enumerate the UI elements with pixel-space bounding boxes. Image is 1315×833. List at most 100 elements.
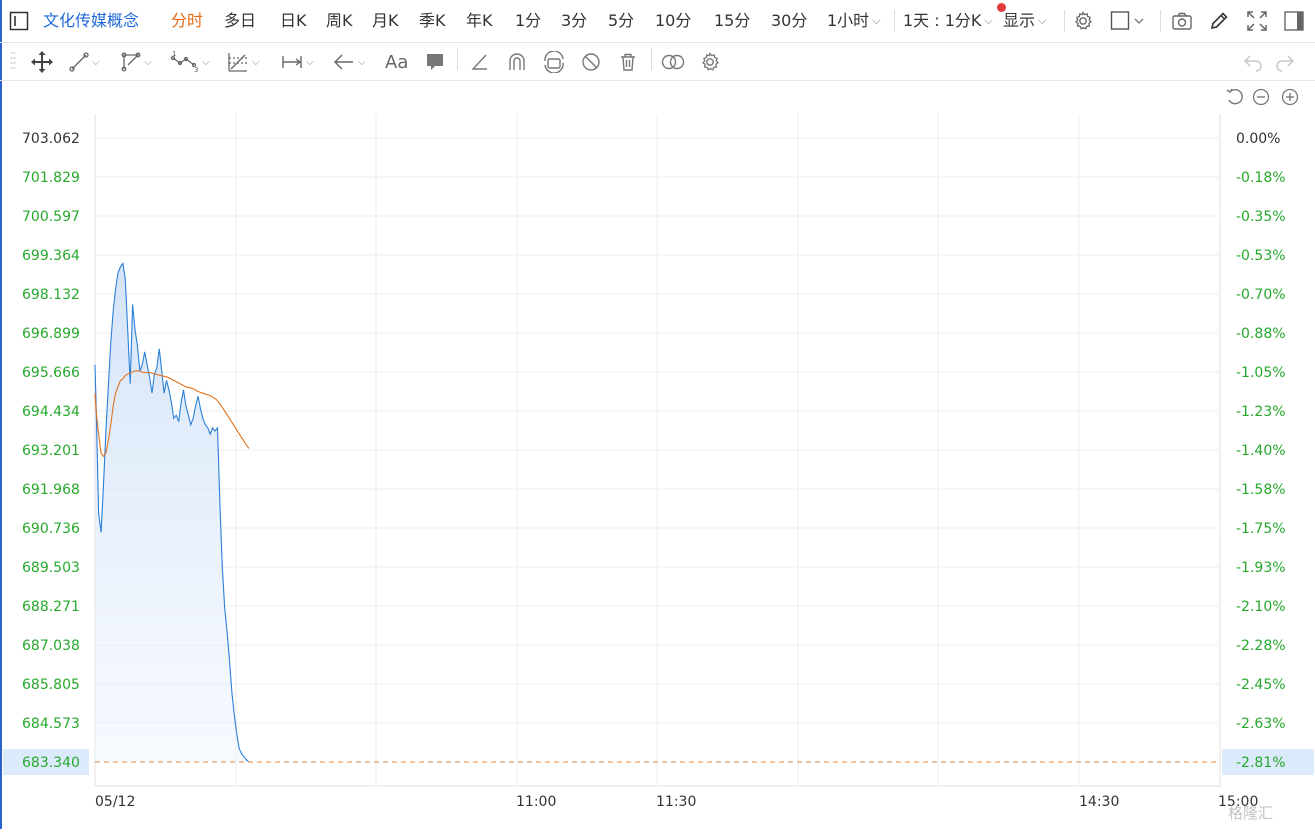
compare-icon[interactable] (660, 50, 686, 74)
svg-text:3: 3 (194, 66, 198, 74)
zoom-out-icon[interactable] (1252, 88, 1270, 106)
tab-10min[interactable]: 10分 (655, 8, 691, 34)
arrow-tool[interactable]: ⌵ (332, 50, 366, 74)
y-pct-label: 0.00% (1236, 131, 1280, 147)
tab-30min[interactable]: 30分 (771, 8, 807, 34)
y-tick-label: 698.132 (22, 287, 80, 303)
x-tick-label: 11:00 (516, 794, 556, 810)
y-tick-label: 700.597 (22, 209, 80, 225)
magnet-icon[interactable] (506, 50, 528, 74)
tab-3min[interactable]: 3分 (561, 8, 587, 34)
y-tick-label: 687.038 (22, 638, 80, 654)
chevron-down-icon: ⌵ (1038, 14, 1047, 27)
tab-monthly[interactable]: 月K (372, 8, 399, 34)
chevron-down-icon: ⌵ (202, 56, 210, 68)
y-pct-label: -0.18% (1236, 170, 1286, 186)
side-panel-icon[interactable] (1283, 10, 1305, 32)
tab-1min[interactable]: 1分 (515, 8, 541, 34)
y-pct-label: -2.10% (1236, 599, 1286, 615)
zoom-in-icon[interactable] (1281, 88, 1299, 106)
comment-icon[interactable] (424, 50, 446, 74)
tab-5min[interactable]: 5分 (608, 8, 634, 34)
chevron-down-icon: ⌵ (92, 56, 100, 68)
display-dropdown[interactable]: 显示 ⌵ (1003, 8, 1046, 34)
hide-icon[interactable] (580, 50, 602, 74)
chevron-down-icon: ⌵ (252, 56, 260, 68)
y-tick-label: 688.271 (22, 599, 80, 615)
y-pct-label: -1.40% (1236, 443, 1286, 459)
y-pct-label: -1.05% (1236, 365, 1286, 381)
tab-intraday[interactable]: 分时 (171, 8, 203, 34)
x-tick-label: 11:30 (656, 794, 696, 810)
y-pct-label: -0.35% (1236, 209, 1286, 225)
divider (457, 48, 458, 70)
panel-toggle-icon[interactable] (8, 10, 30, 32)
line-tool[interactable]: ⌵ (68, 50, 100, 74)
pencil-icon[interactable] (1208, 10, 1230, 32)
x-tick-label: 14:30 (1079, 794, 1119, 810)
settings-icon[interactable] (1072, 10, 1094, 32)
hour-label: 1小时 (827, 11, 870, 30)
reset-zoom-icon[interactable] (1226, 88, 1243, 105)
y-pct-label: -0.70% (1236, 287, 1286, 303)
chevron-down-icon: ⌵ (306, 56, 314, 68)
y-pct-label: -2.81% (1236, 755, 1286, 771)
text-tool[interactable]: Aa (385, 50, 408, 74)
y-pct-label: -0.88% (1236, 326, 1286, 342)
camera-icon[interactable] (1171, 10, 1193, 32)
period-label: 1天 : 1分K (903, 11, 982, 30)
y-pct-label: -1.75% (1236, 521, 1286, 537)
svg-text:1: 1 (172, 50, 176, 58)
top-toolbar: 文化传媒概念 分时 多日 日K 周K 月K 季K 年K 1分 3分 5分 10分… (0, 0, 1315, 43)
hour-dropdown[interactable]: 1小时 ⌵ (827, 8, 881, 34)
x-tick-label: 05/12 (95, 794, 135, 810)
chart-settings-icon[interactable] (699, 50, 721, 74)
y-tick-label: 696.899 (22, 326, 80, 342)
divider (1160, 10, 1161, 32)
price-chart[interactable]: 703.062 0.00% 701.829 -0.18% 700.597 -0.35% 69… (0, 82, 1315, 829)
y-tick-label: 701.829 (22, 170, 80, 186)
grip-handle[interactable] (10, 50, 16, 74)
watermark-logo: 格隆汇 (1228, 804, 1273, 822)
move-icon[interactable] (30, 50, 54, 74)
y-tick-label: 685.805 (22, 677, 80, 693)
y-tick-label: 684.573 (22, 716, 80, 732)
y-pct-label: -1.58% (1236, 482, 1286, 498)
chart-canvas[interactable]: 703.062 0.00% 701.829 -0.18% 700.597 -0.35% 69… (0, 82, 1315, 829)
trash-icon[interactable] (617, 50, 639, 74)
tab-daily[interactable]: 日K (280, 8, 307, 34)
y-pct-label: -1.23% (1236, 404, 1286, 420)
divider (651, 48, 652, 70)
angle-icon[interactable] (469, 50, 491, 74)
y-pct-label: -2.63% (1236, 716, 1286, 732)
price-area-fill (95, 263, 249, 762)
wave-tool[interactable]: 1 3 ⌵ (170, 50, 210, 74)
chevron-down-icon: ⌵ (358, 56, 366, 68)
y-tick-label: 694.434 (22, 404, 80, 420)
measure-tool[interactable]: ⌵ (280, 50, 314, 74)
symbol-title[interactable]: 文化传媒概念 (43, 8, 139, 34)
y-tick-label: 699.364 (22, 248, 80, 264)
lock-icon[interactable] (542, 50, 566, 74)
undo-icon[interactable] (1242, 50, 1264, 74)
chevron-down-icon: ⌵ (144, 56, 152, 68)
fibonacci-tool[interactable]: ⌵ (226, 50, 260, 74)
display-label: 显示 (1003, 11, 1036, 30)
tab-multi-day[interactable]: 多日 (224, 8, 256, 34)
layout-dropdown[interactable] (1110, 10, 1150, 32)
period-dropdown[interactable]: 1天 : 1分K ⌵ (903, 8, 993, 34)
path-tool[interactable]: ⌵ (120, 50, 152, 74)
drawing-toolbar: ⌵ ⌵ 1 3 ⌵ ⌵ ⌵ ⌵ Aa (0, 43, 1315, 81)
tab-weekly[interactable]: 周K (326, 8, 353, 34)
y-tick-label: 703.062 (22, 131, 80, 147)
fullscreen-icon[interactable] (1246, 10, 1268, 32)
y-tick-label: 693.201 (22, 443, 80, 459)
y-tick-label: 690.736 (22, 521, 80, 537)
chevron-down-icon: ⌵ (872, 14, 881, 27)
divider (894, 10, 895, 32)
tab-15min[interactable]: 15分 (714, 8, 750, 34)
tab-yearly[interactable]: 年K (466, 8, 493, 34)
y-pct-label: -2.45% (1236, 677, 1286, 693)
redo-icon[interactable] (1274, 50, 1296, 74)
tab-quarterly[interactable]: 季K (419, 8, 446, 34)
